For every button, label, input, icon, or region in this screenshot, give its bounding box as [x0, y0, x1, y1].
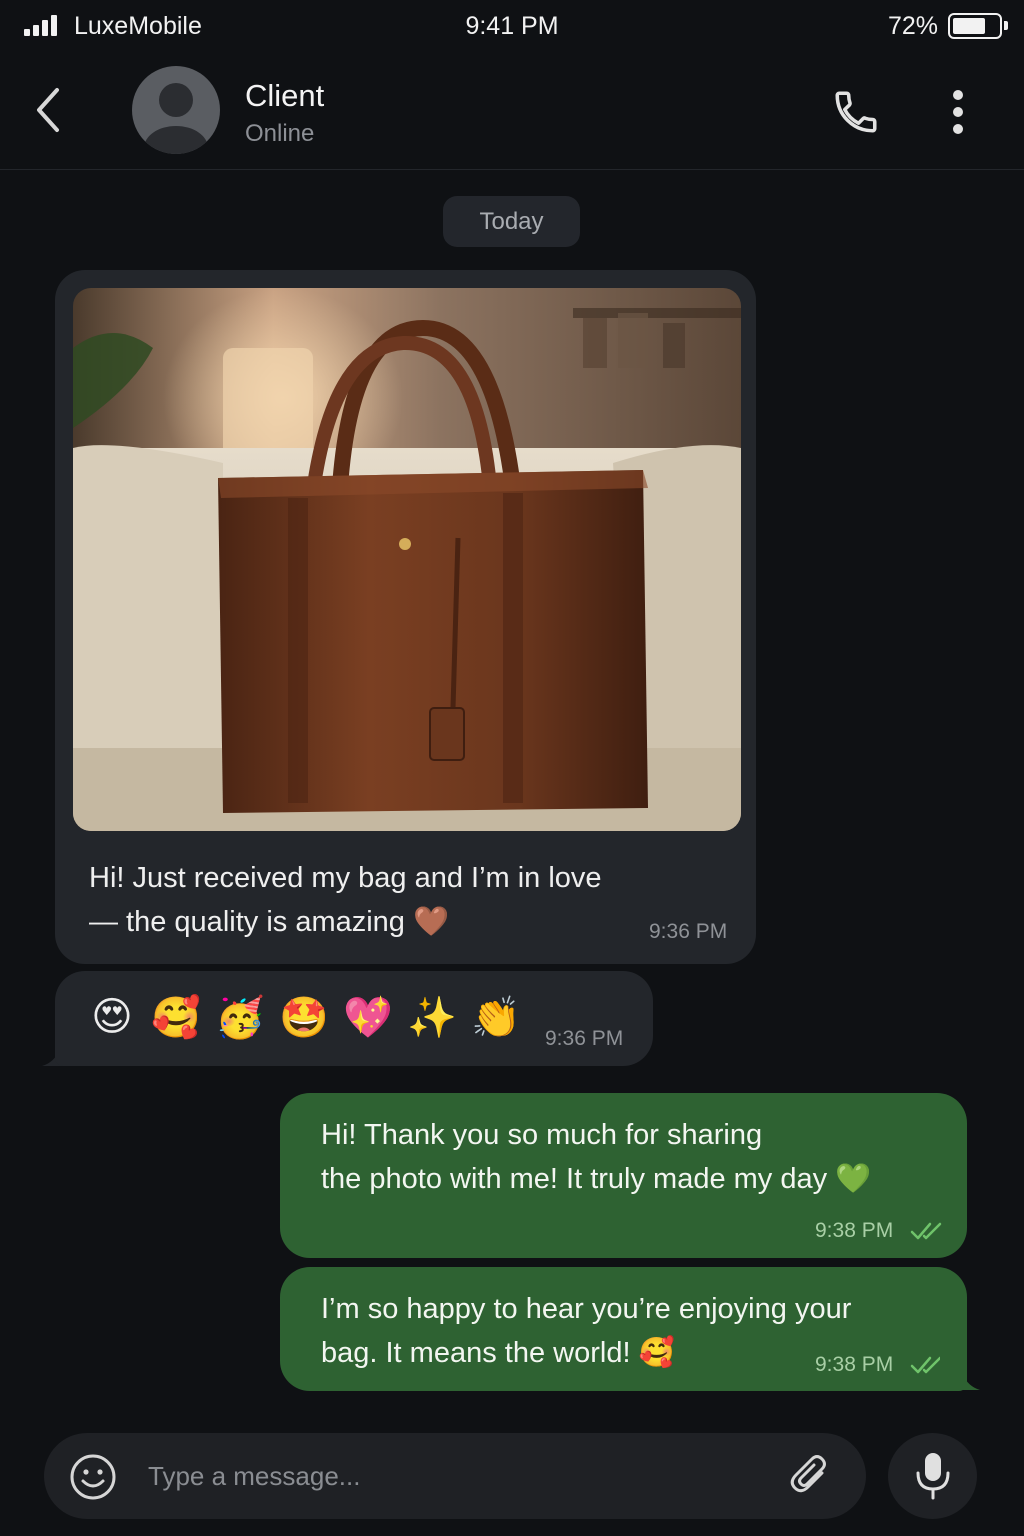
- message-time: 9:38 PM: [815, 1353, 894, 1376]
- message-text-line: — the quality is amazing 🤎: [89, 906, 450, 938]
- message-text: Hi! Just received my bag and I’m in love…: [89, 856, 649, 944]
- more-options-button[interactable]: [936, 84, 980, 140]
- smiling-hearts-emoji: 🥰: [638, 1337, 675, 1369]
- chat-header: Client Online: [0, 52, 1024, 170]
- date-separator: Today: [443, 196, 580, 247]
- chevron-left-icon: [37, 88, 59, 132]
- contact-status: Online: [245, 120, 315, 147]
- emoji-row: 😍 🥰 🥳 🤩 💖 ✨ 👏: [87, 989, 521, 1045]
- outgoing-message-bubble[interactable]: Hi! Thank you so much for sharing the ph…: [280, 1093, 967, 1258]
- double-check-icon: [910, 1222, 942, 1240]
- contact-name[interactable]: Client: [245, 78, 324, 114]
- message-time: 9:36 PM: [649, 920, 728, 943]
- status-bar: LuxeMobile 9:41 PM 72%: [0, 0, 1024, 52]
- incoming-message-bubble[interactable]: Hi! Just received my bag and I’m in love…: [55, 270, 756, 964]
- battery-level: [953, 18, 985, 34]
- party-face-emoji: 🥳: [215, 995, 265, 1040]
- message-text-line: I’m so happy to hear you’re enjoying you…: [321, 1293, 852, 1325]
- message-text-line: Hi! Thank you so much for sharing: [321, 1119, 763, 1151]
- message-composer: [44, 1433, 866, 1519]
- heart-eyes-emoji: 😍: [91, 995, 133, 1039]
- person-icon: [144, 83, 208, 154]
- back-button[interactable]: [26, 82, 70, 138]
- paperclip-icon[interactable]: [788, 1453, 834, 1499]
- message-text: Hi! Thank you so much for sharing the ph…: [321, 1113, 921, 1201]
- status-time: 9:41 PM: [465, 12, 559, 40]
- outgoing-message-bubble[interactable]: I’m so happy to hear you’re enjoying you…: [280, 1267, 967, 1391]
- smiling-hearts-emoji: 🥰: [151, 995, 201, 1040]
- star-struck-emoji: 🤩: [279, 995, 329, 1040]
- message-input[interactable]: [148, 1447, 748, 1505]
- message-text-line: the photo with me! It truly made my day …: [321, 1163, 872, 1195]
- voice-message-button[interactable]: [888, 1433, 977, 1519]
- double-check-icon: [910, 1356, 942, 1374]
- microphone-icon: [916, 1453, 949, 1500]
- bubble-tail: [940, 1354, 980, 1390]
- green-heart-emoji: 💚: [835, 1163, 872, 1195]
- battery-icon: [948, 13, 1008, 39]
- emoji-picker-icon[interactable]: [68, 1452, 118, 1502]
- phone-icon: [835, 91, 877, 133]
- message-time: 9:36 PM: [545, 1027, 624, 1050]
- incoming-emoji-bubble[interactable]: 😍 🥰 🥳 🤩 💖 ✨ 👏 9:36 PM: [55, 971, 653, 1066]
- clapping-hands-emoji: 👏: [471, 995, 521, 1040]
- shared-photo[interactable]: [73, 288, 741, 831]
- brown-heart-emoji: 🤎: [413, 906, 450, 938]
- tote-bag-photo: [73, 288, 741, 831]
- battery-percent: 72%: [887, 12, 938, 40]
- more-vertical-icon: [953, 90, 963, 134]
- avatar[interactable]: [132, 66, 220, 154]
- call-button[interactable]: [828, 84, 884, 140]
- message-text-line: Hi! Just received my bag and I’m in love: [89, 862, 602, 894]
- sparkling-heart-emoji: 💖: [343, 995, 393, 1040]
- message-time: 9:38 PM: [815, 1219, 894, 1242]
- sparkles-emoji: ✨: [407, 995, 457, 1040]
